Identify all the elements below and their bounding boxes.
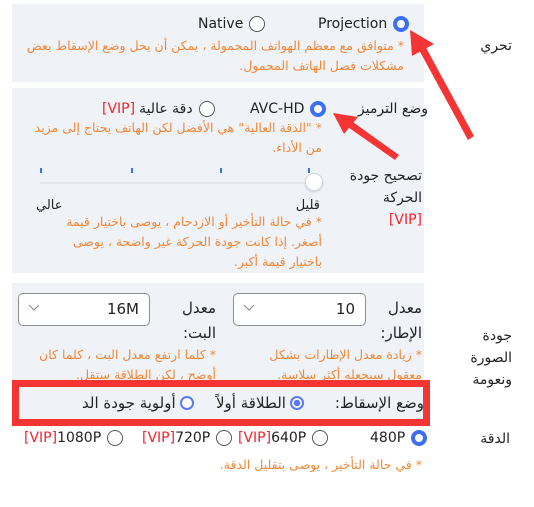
resolution-option-1080p-label: 1080P [57,430,102,446]
resolution-option-1080p[interactable]: [VIP] 1080P [24,428,124,448]
slider-tick [131,168,133,173]
slider-tick [308,168,310,173]
drive-option-projection[interactable]: Projection [318,14,410,34]
frame-rate-select[interactable]: 10 [233,293,366,326]
slider-tick [220,168,222,173]
frame-rate-value: 10 [335,300,355,318]
vip-badge: [VIP] [24,430,58,446]
motion-hint: * في حالة التأخير أو الازدحام ، يوصى باخ… [66,214,322,269]
projection-mode-option-fluency[interactable]: الطلاقة أولاً [216,393,304,413]
resolution-label: الدقة [480,431,510,447]
vip-badge: [VIP] [142,430,176,446]
drive-label: تحري [480,38,512,54]
radio-unchecked-icon[interactable] [198,101,215,117]
bitrate-value: 16M [106,300,139,318]
projection-mode-option-fluency-label: الطلاقة أولاً [216,394,286,412]
drive-option-native[interactable]: Native [198,14,266,34]
resolution-option-640p[interactable]: [VIP] 640P [238,428,329,448]
resolution-option-640p-label: 640P [271,430,307,446]
vip-badge: [VIP] [238,430,272,446]
resolution-hint: * في حالة التأخير ، يوصى بتقليل الدقة. [219,457,422,472]
motion-slider-track[interactable] [40,182,316,184]
drive-hint: * متوافق مع معظم الهواتف المحمولة ، يمكن… [26,38,404,73]
radio-unchecked-icon[interactable] [107,430,124,446]
bitrate-select[interactable]: 16M [18,293,150,326]
slider-tick [40,168,42,173]
motion-label-text: تصحيح جودة الحركة [349,168,422,206]
drive-option-projection-label: Projection [318,16,388,32]
projection-mode-label: وضع الإسقاط: [334,394,424,412]
radio-checked-icon[interactable] [411,430,428,446]
projection-mode-option-quality[interactable]: أولوية جودة الد [82,393,194,413]
chevron-down-icon [244,304,254,311]
encoding-hint: * "الدقة العالية" هي الأفضل لكن الهاتف ي… [34,120,322,155]
projection-mode-option-quality-label: أولوية جودة الد [82,394,176,412]
radio-checked-icon[interactable] [310,101,327,117]
bitrate-hint: * كلما ارتفع معدل البت ، كلما كان أوضح ،… [39,347,216,382]
encoding-option-avchd[interactable]: AVC-HD [250,99,327,119]
encoding-label: وضع الترميز [357,101,428,117]
arrow-shaft [418,44,474,140]
encoding-option-high-definition-label: دقة عالية [139,101,193,117]
radio-unchecked-icon[interactable] [216,430,233,446]
vip-badge: [VIP] [388,212,422,228]
drive-option-native-label: Native [198,16,244,32]
radio-unchecked-icon[interactable] [249,16,266,32]
resolution-option-480p-label: 480P [370,430,406,446]
motion-label: تصحيح جودة الحركة [VIP] [342,165,422,231]
motion-slider-thumb[interactable] [305,173,323,191]
quality-label: جودة الصورة ونعومة [470,328,512,388]
radio-checked-icon[interactable] [289,396,304,410]
radio-unchecked-icon[interactable] [179,396,194,410]
vip-badge: [VIP] [102,101,136,117]
radio-unchecked-icon[interactable] [312,430,329,446]
resolution-option-720p-label: 720P [175,430,211,446]
encoding-option-avchd-label: AVC-HD [250,101,305,117]
bitrate-label: معدل البت: [181,299,216,342]
resolution-option-480p[interactable]: 480P [370,428,428,448]
radio-checked-icon[interactable] [393,16,410,32]
chevron-down-icon [29,304,39,311]
encoding-option-high-definition[interactable]: [VIP] دقة عالية [102,99,215,119]
resolution-option-720p[interactable]: [VIP] 720P [142,428,233,448]
frame-rate-label: معدل الإطار: [380,299,422,342]
frame-rate-hint: * زيادة معدل الإطارات بشكل معقول سيجعله … [269,347,422,382]
